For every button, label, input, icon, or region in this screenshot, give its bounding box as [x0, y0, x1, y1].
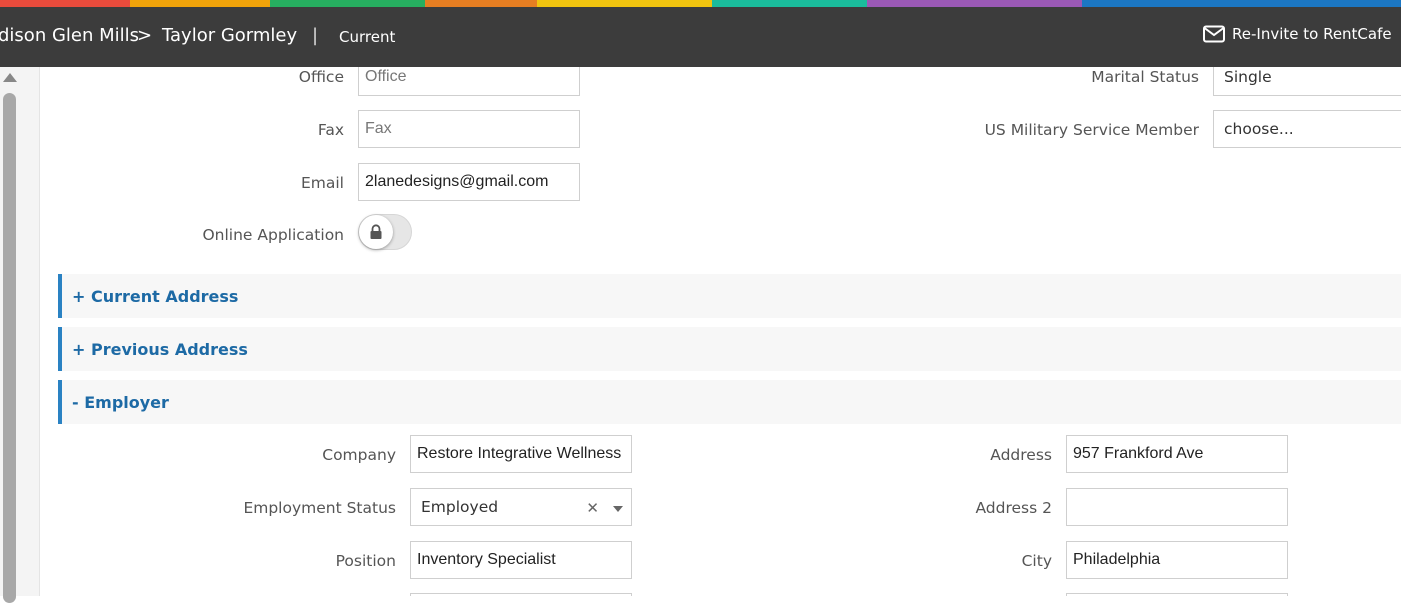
- breadcrumb-property[interactable]: dison Glen Mills: [0, 25, 139, 46]
- page-header: dison Glen Mills > Taylor Gormley | Curr…: [0, 7, 1401, 67]
- company-label: Company: [322, 446, 396, 464]
- employer-city-field[interactable]: [1066, 541, 1288, 579]
- scrollbar-thumb[interactable]: [3, 93, 16, 603]
- envelope-icon: [1203, 25, 1225, 43]
- rainbow-segment: [270, 0, 425, 7]
- online-application-label: Online Application: [202, 226, 344, 244]
- company-field[interactable]: [410, 435, 632, 473]
- scroll-up-arrow-icon[interactable]: [3, 73, 17, 82]
- toggle-knob: [359, 215, 393, 249]
- email-input[interactable]: [365, 173, 573, 191]
- previous-address-section-toggle[interactable]: + Previous Address: [58, 327, 1401, 371]
- employer-address-input[interactable]: [1073, 445, 1281, 463]
- military-service-select[interactable]: choose...: [1213, 110, 1401, 148]
- rainbow-segment: [0, 0, 130, 7]
- marital-status-select[interactable]: Single ✕: [1213, 67, 1401, 96]
- employer-city-input[interactable]: [1073, 551, 1281, 569]
- employer-address2-field[interactable]: [1066, 488, 1288, 526]
- reinvite-label: Re-Invite to RentCafe: [1232, 25, 1392, 43]
- office-input[interactable]: [365, 68, 573, 86]
- email-field[interactable]: [358, 163, 580, 201]
- online-application-toggle[interactable]: [358, 214, 412, 250]
- rainbow-segment: [537, 0, 712, 7]
- rainbow-segment: [425, 0, 537, 7]
- breadcrumb-resident: Taylor Gormley: [162, 25, 298, 46]
- breadcrumb-chevron-icon: >: [137, 25, 153, 46]
- rainbow-segment: [130, 0, 270, 7]
- reinvite-rentcafe-button[interactable]: Re-Invite to RentCafe: [1203, 25, 1392, 43]
- clear-x-icon[interactable]: ✕: [586, 499, 599, 517]
- employer-address-field[interactable]: [1066, 435, 1288, 473]
- employer-section-toggle[interactable]: - Employer: [58, 380, 1401, 424]
- office-label: Office: [298, 68, 344, 86]
- resident-status: Current: [339, 28, 396, 46]
- lock-icon: [370, 224, 382, 239]
- employer-city-label: City: [1021, 552, 1052, 570]
- fax-label: Fax: [317, 121, 344, 139]
- position-label: Position: [335, 552, 396, 570]
- employer-heading: - Employer: [72, 392, 169, 412]
- rainbow-segment: [867, 0, 1082, 7]
- employer-address2-input[interactable]: [1073, 498, 1281, 516]
- company-input[interactable]: [417, 445, 625, 463]
- resident-details-form: Office Fax Email Online Application Mari…: [41, 67, 1401, 596]
- current-address-heading: + Current Address: [72, 286, 239, 306]
- previous-address-heading: + Previous Address: [72, 339, 248, 359]
- office-field[interactable]: [358, 67, 580, 96]
- marital-status-value: Single: [1224, 68, 1272, 86]
- chevron-down-icon[interactable]: [613, 506, 623, 512]
- rainbow-accent-strip: [0, 0, 1401, 7]
- employer-address2-label: Address 2: [975, 499, 1052, 517]
- military-service-label: US Military Service Member: [984, 121, 1199, 139]
- marital-status-label: Marital Status: [1091, 68, 1199, 86]
- employment-status-value: Employed: [421, 498, 499, 516]
- scrollbar[interactable]: [0, 67, 40, 603]
- employment-status-select[interactable]: Employed ✕: [410, 488, 632, 526]
- breadcrumb-divider: |: [312, 25, 319, 46]
- employer-address-label: Address: [990, 446, 1052, 464]
- employment-status-label: Employment Status: [243, 499, 396, 517]
- rainbow-segment: [712, 0, 867, 7]
- position-field[interactable]: [410, 541, 632, 579]
- position-input[interactable]: [417, 551, 625, 569]
- current-address-section-toggle[interactable]: + Current Address: [58, 274, 1401, 318]
- rainbow-segment: [1082, 0, 1401, 7]
- fax-input[interactable]: [365, 120, 573, 138]
- military-service-value: choose...: [1224, 120, 1294, 138]
- email-label: Email: [300, 174, 344, 192]
- fax-field[interactable]: [358, 110, 580, 148]
